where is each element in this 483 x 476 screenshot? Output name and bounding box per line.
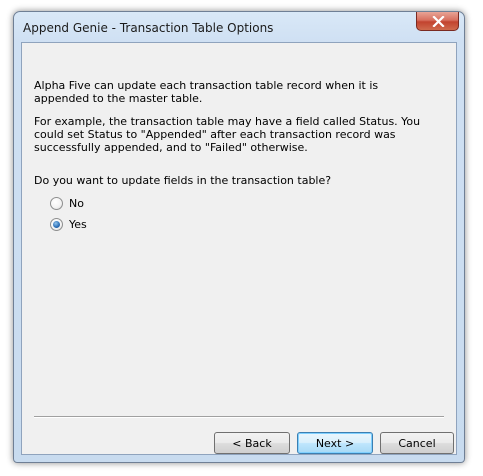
dialog-body: Alpha Five can update each transaction t… — [21, 42, 457, 455]
radio-option-yes[interactable]: Yes — [50, 216, 87, 232]
back-button[interactable]: < Back — [214, 432, 290, 454]
radio-yes[interactable] — [50, 217, 63, 231]
radio-no[interactable] — [50, 196, 63, 210]
radio-option-no[interactable]: No — [50, 195, 84, 211]
question-label: Do you want to update fields in the tran… — [34, 174, 332, 187]
radio-yes-label[interactable]: Yes — [69, 218, 87, 231]
title-bar[interactable]: Append Genie - Transaction Table Options — [14, 12, 464, 45]
cancel-button[interactable]: Cancel — [380, 432, 454, 454]
window-title: Append Genie - Transaction Table Options — [23, 21, 274, 35]
close-icon — [432, 16, 445, 27]
radio-no-label[interactable]: No — [69, 197, 84, 210]
dialog-window: Append Genie - Transaction Table Options… — [13, 11, 465, 463]
button-separator — [34, 416, 444, 418]
description-paragraph-1: Alpha Five can update each transaction t… — [34, 79, 379, 105]
next-button[interactable]: Next > — [297, 432, 373, 454]
description-paragraph-2: For example, the transaction table may h… — [34, 115, 421, 154]
close-button[interactable] — [416, 12, 459, 31]
